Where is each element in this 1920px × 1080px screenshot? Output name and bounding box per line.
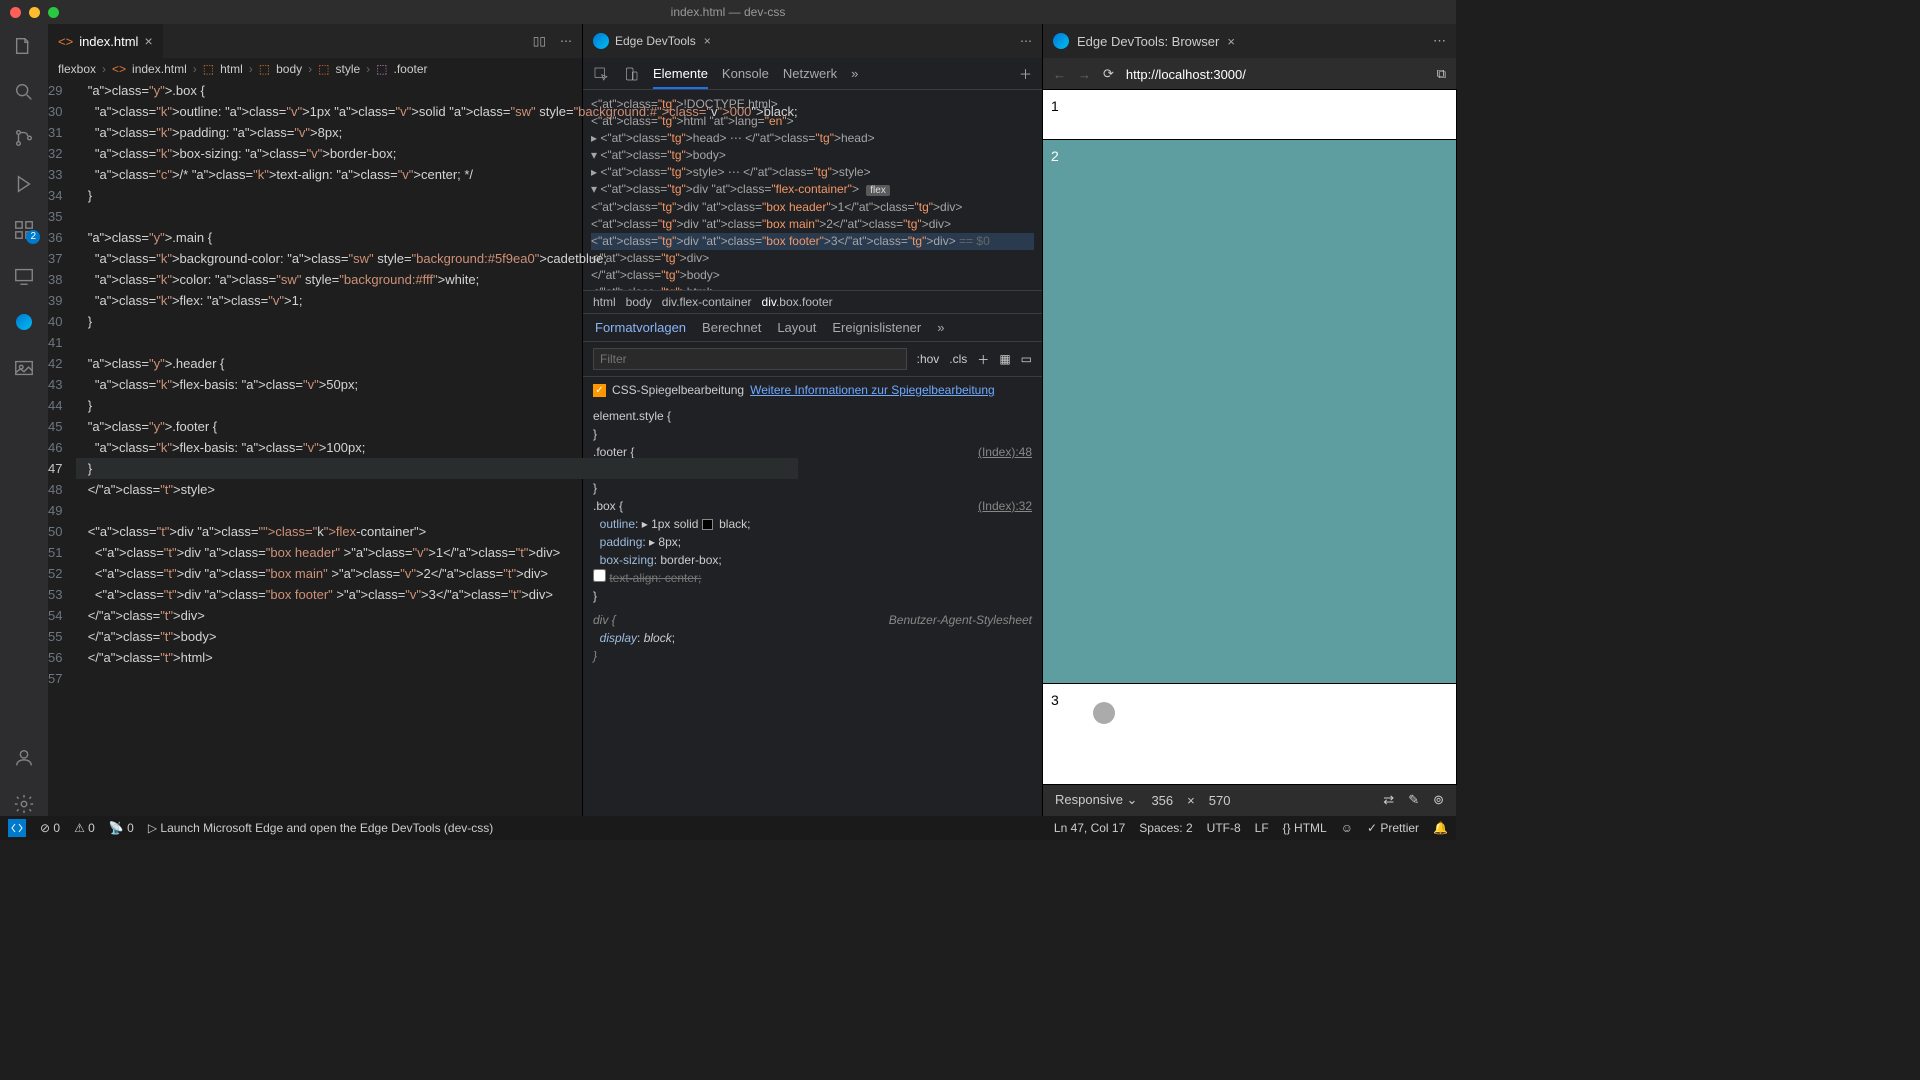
height-value[interactable]: 570 (1209, 793, 1231, 808)
rule-src[interactable]: (Index):48 (978, 443, 1032, 461)
run-debug-icon[interactable] (12, 172, 36, 196)
devtools-title: Edge DevTools (615, 34, 696, 48)
split-editor-icon[interactable]: ▯▯ (533, 34, 546, 48)
computed-icon[interactable]: ▦ (999, 352, 1010, 366)
explorer-icon[interactable] (12, 34, 36, 58)
close-window[interactable] (10, 7, 21, 18)
language[interactable]: {} HTML (1283, 821, 1327, 835)
indent[interactable]: Spaces: 2 (1139, 821, 1192, 835)
browser-title: Edge DevTools: Browser (1077, 34, 1219, 49)
reload-icon[interactable]: ⟳ (1103, 66, 1114, 82)
preview-footer[interactable]: 3 (1043, 684, 1456, 784)
tab-close-icon[interactable]: × (144, 33, 152, 49)
close-icon[interactable]: × (704, 34, 711, 48)
preview-header[interactable]: 1 (1043, 90, 1456, 140)
preview-main[interactable]: 2 (1043, 140, 1456, 684)
footer-text: 3 (1051, 692, 1059, 708)
minimize-window[interactable] (29, 7, 40, 18)
ports[interactable]: 📡 0 (109, 821, 134, 835)
zoom-window[interactable] (48, 7, 59, 18)
bc-4[interactable]: style (335, 62, 360, 76)
toggle-pane-icon[interactable]: ▭ (1021, 352, 1032, 366)
extensions-icon[interactable]: 2 (12, 218, 36, 242)
editor-tabs: <> index.html × ▯▯ ⋯ (48, 24, 582, 58)
eol[interactable]: LF (1255, 821, 1269, 835)
more-icon[interactable]: ⋯ (1020, 34, 1032, 48)
extensions-badge: 2 (26, 230, 40, 244)
ua-label: Benutzer-Agent-Stylesheet (889, 611, 1032, 629)
edge-icon (593, 33, 609, 49)
tab-ereignislistener[interactable]: Ereignislistener (832, 320, 921, 335)
code-editor[interactable]: 2930313233343536373839404142434445464748… (48, 80, 582, 816)
image-icon[interactable] (12, 356, 36, 380)
tab-label: index.html (79, 34, 138, 49)
bc-3[interactable]: body (276, 62, 302, 76)
bc-0[interactable]: flexbox (58, 62, 96, 76)
more-icon[interactable]: ⋯ (1433, 33, 1446, 49)
activity-bar: 2 (0, 24, 48, 816)
bc-1[interactable]: index.html (132, 62, 187, 76)
edge-tools-icon[interactable] (12, 310, 36, 334)
hov-toggle[interactable]: :hov (917, 352, 940, 366)
edge-icon (1053, 33, 1069, 49)
remote-explorer-icon[interactable] (12, 264, 36, 288)
screenshot-icon[interactable]: ⊚ (1433, 792, 1444, 808)
remote-icon[interactable] (8, 819, 26, 837)
encoding[interactable]: UTF-8 (1207, 821, 1241, 835)
rule-src[interactable]: (Index):32 (978, 497, 1032, 515)
launch-banner[interactable]: ▷ Launch Microsoft Edge and open the Edg… (148, 821, 493, 835)
bc-5[interactable]: .footer (394, 62, 428, 76)
tab-index-html[interactable]: <> index.html × (48, 24, 163, 58)
source-control-icon[interactable] (12, 126, 36, 150)
touch-cursor (1093, 702, 1115, 724)
rotate-icon[interactable]: ⇄ (1383, 792, 1394, 808)
browser-preview[interactable]: 1 2 3 (1043, 90, 1456, 784)
tab-netzwerk[interactable]: Netzwerk (783, 66, 837, 81)
edit-icon[interactable]: ✎ (1408, 792, 1419, 808)
width-value[interactable]: 356 (1151, 793, 1173, 808)
new-tab-icon[interactable]: ＋ (1019, 64, 1032, 83)
bc-2[interactable]: html (220, 62, 243, 76)
cursor-position[interactable]: Ln 47, Col 17 (1054, 821, 1125, 835)
url-input[interactable] (1126, 67, 1425, 82)
bell-icon[interactable]: 🔔 (1433, 821, 1448, 835)
tab-konsole[interactable]: Konsole (722, 66, 769, 81)
more-actions-icon[interactable]: ⋯ (560, 34, 572, 48)
tabs-overflow-icon[interactable]: » (937, 320, 944, 335)
back-icon[interactable]: ← (1053, 67, 1066, 82)
breadcrumb[interactable]: flexbox› <>index.html› ⬚html› ⬚body› ⬚st… (48, 58, 582, 80)
smiley-icon[interactable]: ☺ (1341, 821, 1353, 835)
new-rule-icon[interactable]: ＋ (977, 351, 989, 368)
responsive-dropdown[interactable]: Responsive ⌄ (1055, 792, 1137, 808)
prettier[interactable]: ✓ Prettier (1367, 821, 1419, 835)
html-file-icon: <> (58, 34, 73, 49)
settings-gear-icon[interactable] (12, 792, 36, 816)
cls-toggle[interactable]: .cls (949, 352, 967, 366)
window-title: index.html — dev-css (671, 5, 786, 19)
account-icon[interactable] (12, 746, 36, 770)
search-icon[interactable] (12, 80, 36, 104)
warnings[interactable]: ⚠ 0 (74, 821, 95, 835)
tabs-overflow-icon[interactable]: » (851, 66, 858, 81)
forward-icon[interactable]: → (1078, 67, 1091, 82)
close-icon[interactable]: × (1227, 34, 1235, 49)
open-external-icon[interactable]: ⧉ (1437, 66, 1446, 82)
status-bar: ⊘ 0 ⚠ 0 📡 0 ▷ Launch Microsoft Edge and … (0, 816, 1456, 840)
errors[interactable]: ⊘ 0 (40, 821, 60, 835)
titlebar: index.html — dev-css (0, 0, 1456, 24)
